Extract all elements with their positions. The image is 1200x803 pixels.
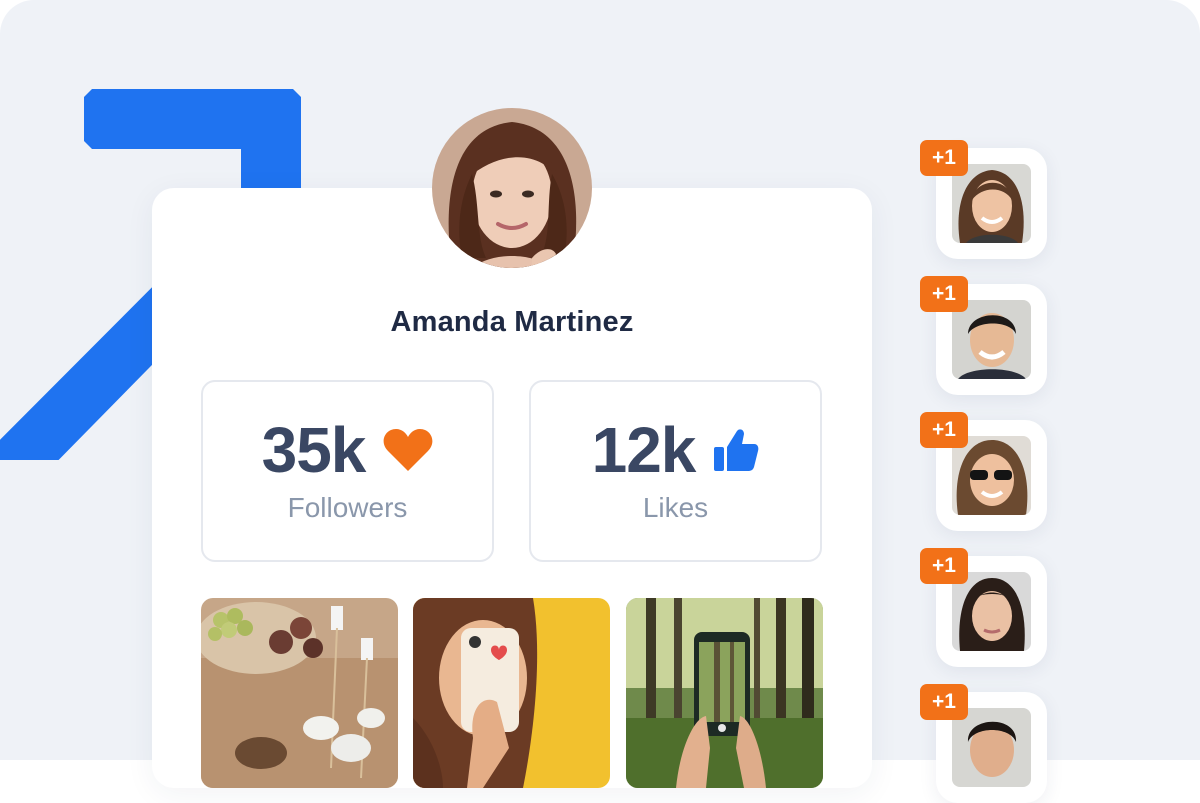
followers-count: 35k bbox=[261, 414, 367, 486]
likes-label: Likes bbox=[642, 492, 709, 523]
followers-label: Followers bbox=[287, 492, 408, 523]
thumbs-up-icon bbox=[714, 429, 759, 471]
plus-one-badge: +1 bbox=[920, 412, 968, 448]
likes-stat-card: 12k Likes bbox=[529, 380, 822, 562]
reaction-avatar bbox=[952, 436, 1031, 515]
plus-one-badge: +1 bbox=[920, 684, 968, 720]
reaction-avatar bbox=[952, 300, 1031, 379]
reaction-avatar bbox=[952, 708, 1031, 787]
likes-count: 12k bbox=[591, 414, 697, 486]
plus-one-badge: +1 bbox=[920, 548, 968, 584]
followers-stat-card: 35k Followers bbox=[201, 380, 494, 562]
reaction-avatar bbox=[952, 572, 1031, 651]
profile-avatar[interactable] bbox=[432, 108, 592, 268]
plus-one-badge: +1 bbox=[920, 276, 968, 312]
heart-icon bbox=[384, 429, 433, 471]
plus-one-badge: +1 bbox=[920, 140, 968, 176]
reaction-avatar bbox=[952, 164, 1031, 243]
profile-name: Amanda Martinez bbox=[390, 306, 634, 338]
